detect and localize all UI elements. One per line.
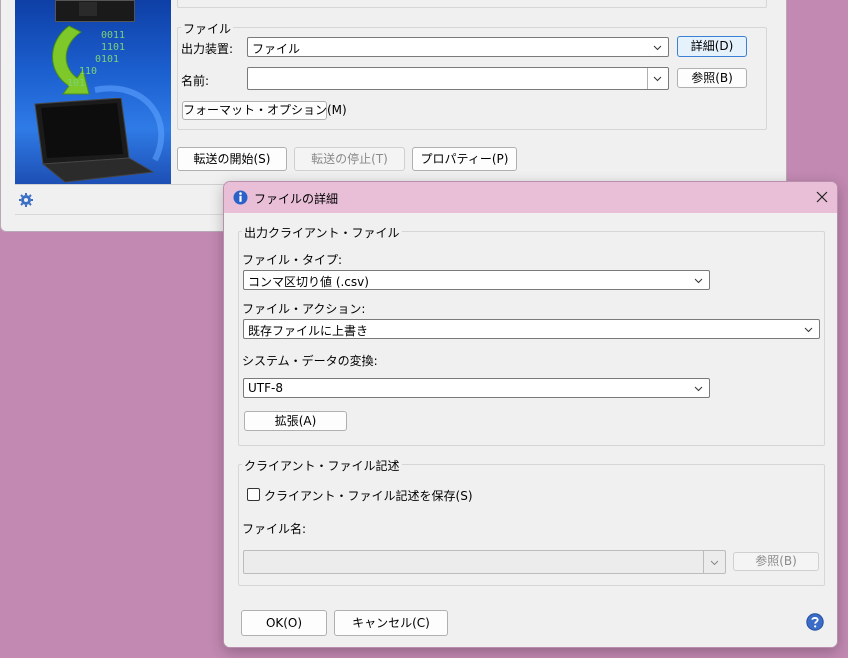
- save-description-checkbox[interactable]: [247, 488, 260, 501]
- chevron-down-icon: [653, 76, 662, 82]
- file-details-dialog: ファイルの詳細 出力クライアント・ファイル ファイル・タイプ: コンマ区切り値 …: [223, 181, 838, 648]
- top-group-edge: [177, 0, 767, 8]
- extend-button[interactable]: 拡張(A): [244, 411, 347, 431]
- binary-text: 0011: [101, 30, 126, 41]
- properties-button[interactable]: プロパティー(P): [412, 147, 517, 171]
- file-action-label: ファイル・アクション:: [242, 302, 366, 316]
- binary-text: 1101: [101, 42, 126, 53]
- output-device-select[interactable]: ファイル: [247, 37, 669, 57]
- dialog-title: ファイルの詳細: [254, 192, 339, 206]
- file-type-label: ファイル・タイプ:: [242, 253, 343, 267]
- ok-button[interactable]: OK(O): [241, 610, 327, 636]
- chevron-down-icon: [694, 386, 703, 392]
- output-device-label: 出力装置:: [181, 42, 234, 56]
- output-device-value: ファイル: [252, 42, 301, 56]
- chevron-down-icon: [804, 327, 813, 333]
- chevron-down-icon: [694, 278, 703, 284]
- gear-icon[interactable]: [18, 192, 34, 208]
- description-browse-button: 参照(B): [733, 552, 819, 571]
- binary-text: 101: [67, 78, 86, 89]
- conversion-label: システム・データの変換:: [242, 354, 378, 368]
- details-button[interactable]: 詳細(D): [677, 36, 747, 57]
- binary-text: 0101: [95, 54, 120, 65]
- format-options-button[interactable]: フォーマット・オプション(M): [182, 101, 347, 120]
- start-transfer-button[interactable]: 転送の開始(S): [177, 147, 287, 171]
- info-icon: [233, 190, 248, 205]
- description-group-label: クライアント・ファイル記述: [242, 457, 402, 474]
- filename-label: ファイル名:: [242, 522, 307, 536]
- laptop-icon: [34, 98, 155, 183]
- dialog-titlebar: ファイルの詳細: [224, 182, 837, 213]
- cancel-button[interactable]: キャンセル(C): [334, 610, 448, 636]
- output-file-group-label: 出力クライアント・ファイル: [242, 224, 402, 241]
- conversion-select[interactable]: UTF-8: [243, 378, 710, 398]
- file-group-label: ファイル: [181, 20, 234, 37]
- filename-combo[interactable]: [243, 550, 726, 574]
- stop-transfer-button: 転送の停止(T): [294, 147, 405, 171]
- browse-button[interactable]: 参照(B): [677, 68, 747, 88]
- file-action-value: 既存ファイルに上書き: [248, 324, 369, 338]
- close-icon[interactable]: [816, 191, 828, 203]
- dialog-body: 出力クライアント・ファイル ファイル・タイプ: コンマ区切り値 (.csv) フ…: [224, 213, 837, 647]
- chevron-down-icon: [710, 560, 719, 566]
- help-icon[interactable]: [806, 613, 824, 631]
- name-label: 名前:: [181, 74, 210, 88]
- binary-text: 110: [79, 66, 98, 77]
- transfer-illustration: 0011 1101 0101 110 101: [15, 0, 171, 184]
- conversion-value: UTF-8: [248, 381, 283, 395]
- chevron-down-icon: [653, 45, 662, 51]
- save-description-label: クライアント・ファイル記述を保存(S): [264, 489, 473, 503]
- name-combo[interactable]: [247, 67, 669, 90]
- file-action-select[interactable]: 既存ファイルに上書き: [243, 319, 820, 339]
- file-type-value: コンマ区切り値 (.csv): [248, 275, 369, 289]
- file-type-select[interactable]: コンマ区切り値 (.csv): [243, 270, 710, 290]
